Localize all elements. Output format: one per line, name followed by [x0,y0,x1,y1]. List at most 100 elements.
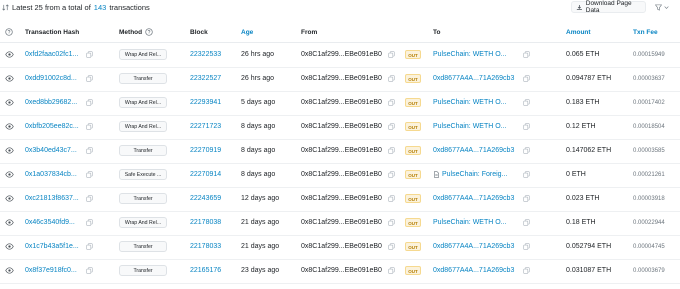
eye-icon[interactable] [5,170,14,179]
copy-hash-icon[interactable] [86,147,93,154]
copy-from-icon[interactable] [388,243,395,250]
method-help-icon[interactable] [145,28,153,36]
download-icon [576,4,582,10]
copy-from-icon[interactable] [388,123,395,130]
copy-to-icon[interactable] [523,51,530,58]
eye-icon[interactable] [5,194,14,203]
eye-icon[interactable] [5,242,14,251]
column-header-fee[interactable]: Txn Fee [633,29,658,36]
to-address[interactable]: 0xd8677A4A...71A269cb3 [433,243,514,250]
to-address[interactable]: PulseChain: Foreig... [433,171,507,178]
copy-to-icon[interactable] [523,171,530,178]
copy-to-icon[interactable] [523,147,530,154]
copy-to-icon[interactable] [523,99,530,106]
to-address[interactable]: PulseChain: WETH O... [433,123,507,130]
summary-suffix: transactions [109,3,150,12]
transaction-hash-link[interactable]: 0xdd91002c8d... [25,75,77,82]
to-address[interactable]: 0xd8677A4A...71A269cb3 [433,75,514,82]
amount-text: 0 ETH [566,171,586,178]
copy-from-icon[interactable] [388,171,395,178]
txn-fee-text: 0.00017402 [633,100,665,106]
block-link[interactable]: 22243659 [190,195,221,202]
transaction-hash-link[interactable]: 0x8f37e918fc0... [25,267,77,274]
copy-from-icon[interactable] [388,147,395,154]
method-badge: Wrap And Rel... [119,97,167,108]
block-link[interactable]: 22165176 [190,267,221,274]
help-icon[interactable] [5,28,13,36]
from-address[interactable]: 0x8C1af299...EBe091eB0 [301,267,382,274]
copy-hash-icon[interactable] [86,51,93,58]
block-link[interactable]: 22322533 [190,51,221,58]
eye-icon[interactable] [5,50,14,59]
copy-to-icon[interactable] [523,243,530,250]
block-link[interactable]: 22271723 [190,123,221,130]
copy-hash-icon[interactable] [86,171,93,178]
eye-icon[interactable] [5,122,14,131]
from-address[interactable]: 0x8C1af299...EBe091eB0 [301,99,382,106]
eye-icon[interactable] [5,266,14,275]
copy-from-icon[interactable] [388,219,395,226]
block-link[interactable]: 22178038 [190,219,221,226]
block-link[interactable]: 22270914 [190,171,221,178]
from-address[interactable]: 0x8C1af299...EBe091eB0 [301,51,382,58]
from-address[interactable]: 0x8C1af299...EBe091eB0 [301,75,382,82]
from-address[interactable]: 0x8C1af299...EBe091eB0 [301,195,382,202]
copy-from-icon[interactable] [388,267,395,274]
from-address[interactable]: 0x8C1af299...EBe091eB0 [301,219,382,226]
direction-badge: OUT [405,242,421,251]
to-address[interactable]: PulseChain: WETH O... [433,51,507,58]
age-text: 23 days ago [241,267,280,274]
copy-to-icon[interactable] [523,267,530,274]
to-address[interactable]: PulseChain: WETH O... [433,219,507,226]
from-address[interactable]: 0x8C1af299...EBe091eB0 [301,147,382,154]
copy-to-icon[interactable] [523,123,530,130]
to-address-text: 0xd8677A4A...71A269cb3 [433,195,515,202]
transaction-hash-link[interactable]: 0x1c7b43a5f1e... [25,243,79,250]
summary-count[interactable]: 143 [94,3,107,12]
eye-icon[interactable] [5,74,14,83]
copy-from-icon[interactable] [388,51,395,58]
transaction-hash-link[interactable]: 0x1a037834cb... [25,171,77,178]
copy-from-icon[interactable] [388,99,395,106]
transaction-hash-link[interactable]: 0xc21813f8637... [25,195,79,202]
download-page-data-button[interactable]: Download Page Data [571,0,646,14]
copy-hash-icon[interactable] [86,99,93,106]
document-icon [434,171,439,178]
copy-hash-icon[interactable] [86,195,93,202]
copy-hash-icon[interactable] [86,243,93,250]
from-address[interactable]: 0x8C1af299...EBe091eB0 [301,171,382,178]
from-address[interactable]: 0x8C1af299...EBe091eB0 [301,243,382,250]
copy-hash-icon[interactable] [86,267,93,274]
copy-hash-icon[interactable] [86,219,93,226]
block-link[interactable]: 22178033 [190,243,221,250]
table-row: 0x1a037834cb... Safe Execute ... 2227091… [0,163,680,188]
transaction-hash-link[interactable]: 0xbfb205ee82c... [25,123,79,130]
to-address[interactable]: 0xd8677A4A...71A269cb3 [433,147,514,154]
method-badge: Transfer [119,241,167,252]
copy-to-icon[interactable] [523,195,530,202]
transaction-hash-link[interactable]: 0xed8bb29682... [25,99,77,106]
copy-hash-icon[interactable] [86,123,93,130]
block-link[interactable]: 22322527 [190,75,221,82]
eye-icon[interactable] [5,218,14,227]
filter-button[interactable] [649,1,675,13]
block-link[interactable]: 22270919 [190,147,221,154]
to-address[interactable]: 0xd8677A4A...71A269cb3 [433,267,514,274]
eye-icon[interactable] [5,146,14,155]
to-address[interactable]: 0xd8677A4A...71A269cb3 [433,195,514,202]
transaction-hash-link[interactable]: 0x3b40ed43c7... [25,147,77,154]
eye-icon[interactable] [5,98,14,107]
transaction-hash-link[interactable]: 0xfd2faac02fc1... [25,51,78,58]
column-header-amount[interactable]: Amount [566,29,591,36]
copy-hash-icon[interactable] [86,75,93,82]
copy-to-icon[interactable] [523,75,530,82]
copy-to-icon[interactable] [523,219,530,226]
block-link[interactable]: 22293941 [190,99,221,106]
copy-from-icon[interactable] [388,195,395,202]
to-address[interactable]: PulseChain: WETH O... [433,99,507,106]
from-address[interactable]: 0x8C1af299...EBe091eB0 [301,123,382,130]
column-header-age[interactable]: Age [241,29,253,36]
transaction-hash-link[interactable]: 0x46c3540fd9... [25,219,75,226]
to-address-text: PulseChain: Foreig... [442,171,508,178]
copy-from-icon[interactable] [388,75,395,82]
